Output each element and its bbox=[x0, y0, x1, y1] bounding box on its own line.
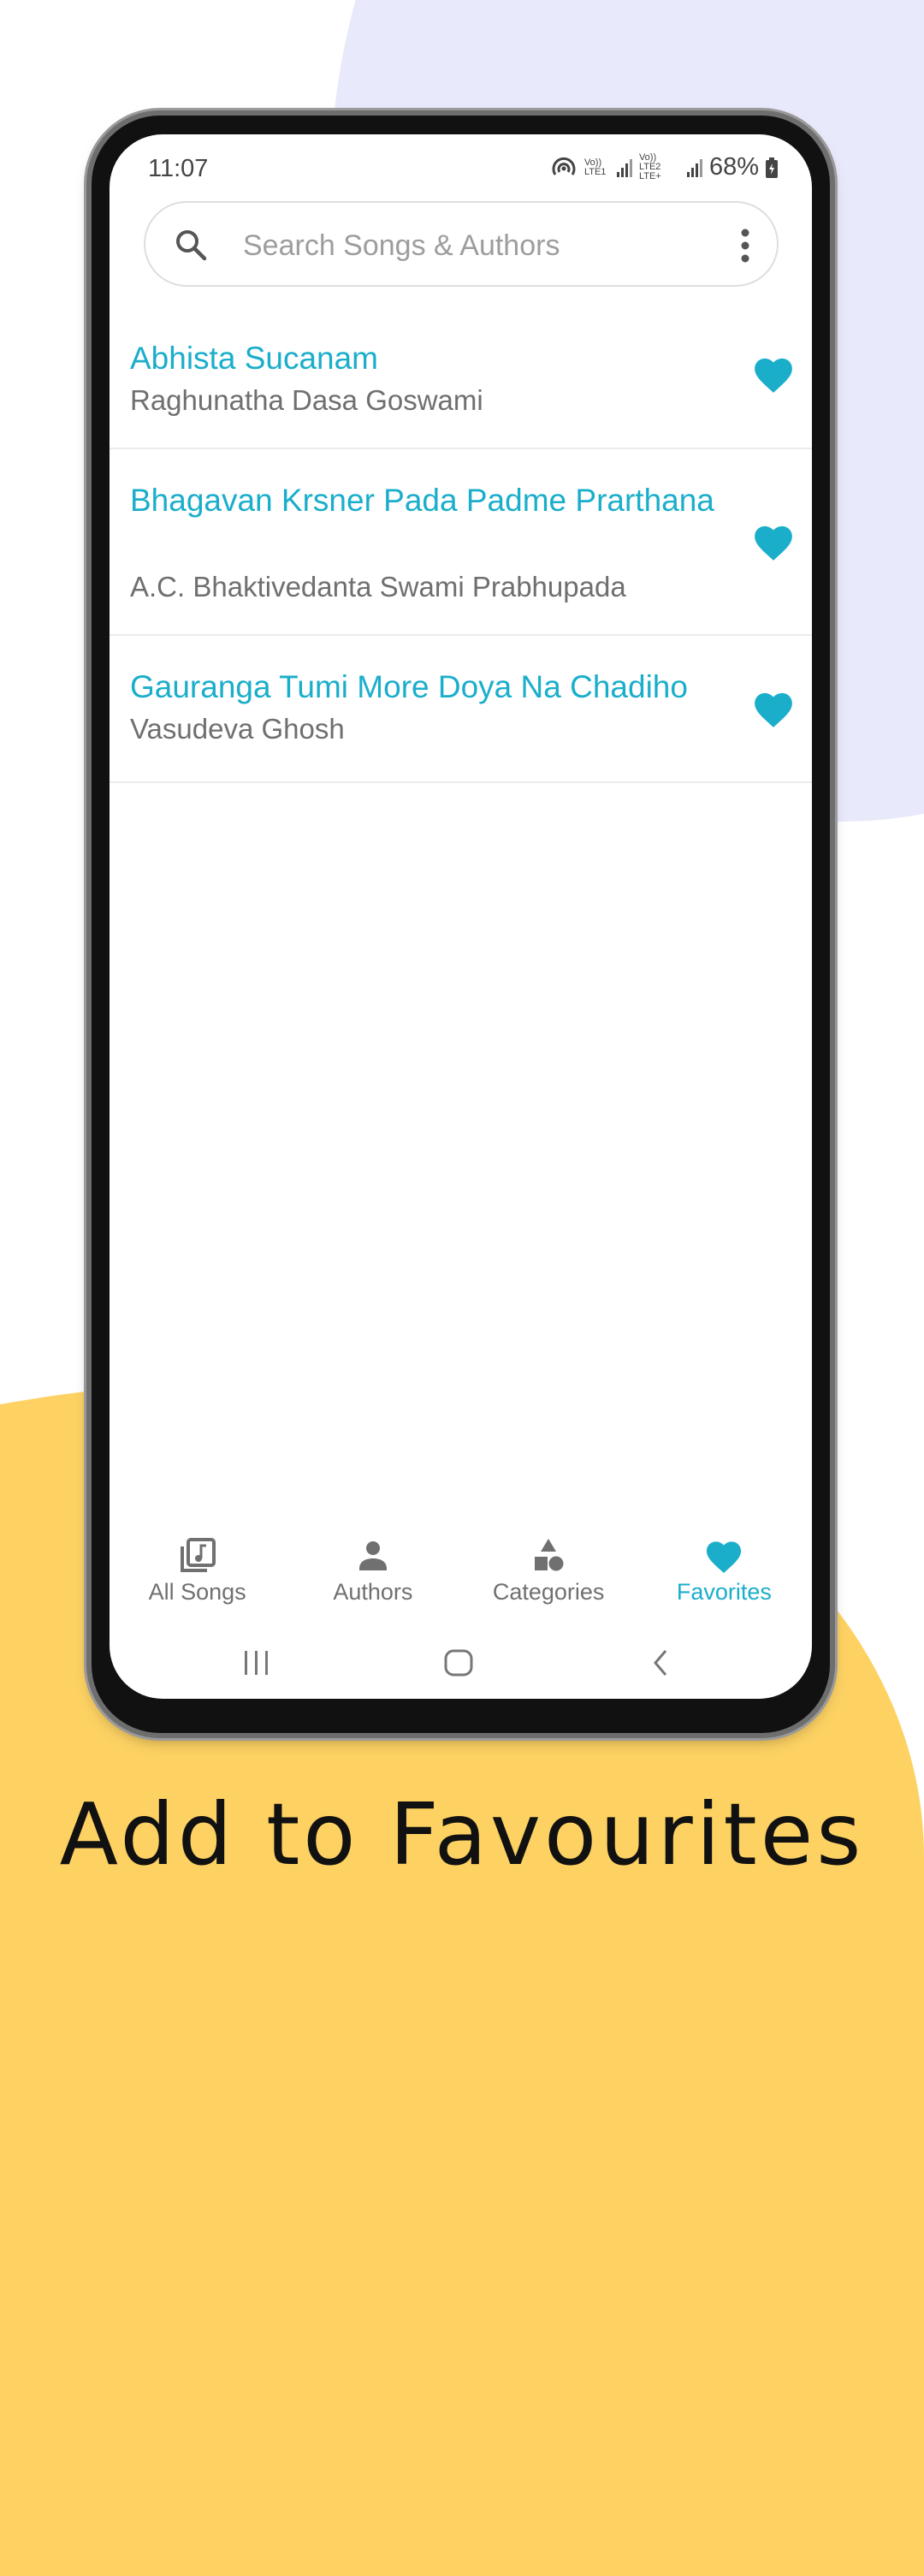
heart-icon bbox=[707, 1541, 742, 1574]
recents-icon[interactable] bbox=[242, 1649, 271, 1677]
person-icon bbox=[358, 1541, 387, 1570]
favorites-list: Abhista Sucanam Raghunatha Dasa Goswami … bbox=[110, 306, 812, 783]
phone-screen: 11:07 Vo)) LTE1 Vo)) LTE2 LTE+ 68% Abhis… bbox=[110, 134, 812, 1699]
status-icons: Vo)) LTE1 Vo)) LTE2 LTE+ 68% bbox=[550, 153, 778, 181]
shapes-icon bbox=[535, 1539, 564, 1571]
song-title: Gauranga Tumi More Doya Na Chadiho bbox=[130, 669, 688, 704]
list-item[interactable]: Abhista Sucanam Raghunatha Dasa Goswami bbox=[110, 306, 812, 449]
song-title: Bhagavan Krsner Pada Padme Prarthana bbox=[130, 483, 714, 518]
favorite-heart-icon[interactable] bbox=[752, 689, 795, 728]
search-icon bbox=[176, 230, 207, 261]
signal-icon bbox=[686, 158, 702, 177]
hotspot-icon bbox=[552, 157, 576, 175]
back-icon[interactable] bbox=[650, 1648, 671, 1677]
tab-label: Authors bbox=[333, 1579, 413, 1605]
status-time: 11:07 bbox=[148, 155, 209, 182]
tab-all-songs[interactable]: All Songs bbox=[110, 1538, 285, 1623]
music-library-icon bbox=[180, 1538, 216, 1572]
favorite-heart-icon[interactable] bbox=[752, 354, 795, 394]
tab-favorites[interactable]: Favorites bbox=[637, 1538, 812, 1623]
battery-icon bbox=[766, 157, 778, 178]
search-input[interactable] bbox=[241, 223, 707, 268]
song-author: Vasudeva Ghosh bbox=[130, 713, 345, 745]
feature-caption: Add to Favourites bbox=[59, 1784, 865, 1885]
tab-label: Favorites bbox=[676, 1579, 772, 1605]
tab-label: All Songs bbox=[148, 1579, 246, 1605]
sim2-network-label: Vo)) LTE2 LTE+ bbox=[638, 152, 661, 181]
system-navigation-bar bbox=[110, 1636, 812, 1688]
song-author: Raghunatha Dasa Goswami bbox=[130, 384, 483, 416]
search-bar[interactable] bbox=[144, 201, 779, 287]
signal-icon bbox=[616, 158, 632, 177]
phone-frame: 11:07 Vo)) LTE1 Vo)) LTE2 LTE+ 68% Abhis… bbox=[92, 116, 830, 1733]
tab-categories[interactable]: Categories bbox=[461, 1538, 637, 1623]
list-item[interactable]: Gauranga Tumi More Doya Na Chadiho Vasud… bbox=[110, 636, 812, 783]
status-bar: 11:07 Vo)) LTE1 Vo)) LTE2 LTE+ 68% bbox=[110, 134, 812, 194]
tab-label: Categories bbox=[492, 1579, 605, 1605]
sim1-network-label: Vo)) LTE1 bbox=[583, 157, 607, 177]
home-icon[interactable] bbox=[443, 1648, 474, 1677]
song-title: Abhista Sucanam bbox=[130, 341, 379, 376]
list-item[interactable]: Bhagavan Krsner Pada Padme Prarthana A.C… bbox=[110, 449, 812, 636]
more-options-icon[interactable] bbox=[739, 229, 751, 263]
bottom-navigation: All Songs Authors Categories Favorites bbox=[110, 1538, 812, 1623]
tab-authors[interactable]: Authors bbox=[285, 1538, 460, 1623]
battery-percent: 68% bbox=[708, 153, 759, 181]
song-author: A.C. Bhaktivedanta Swami Prabhupada bbox=[130, 571, 626, 602]
favorite-heart-icon[interactable] bbox=[752, 522, 795, 561]
